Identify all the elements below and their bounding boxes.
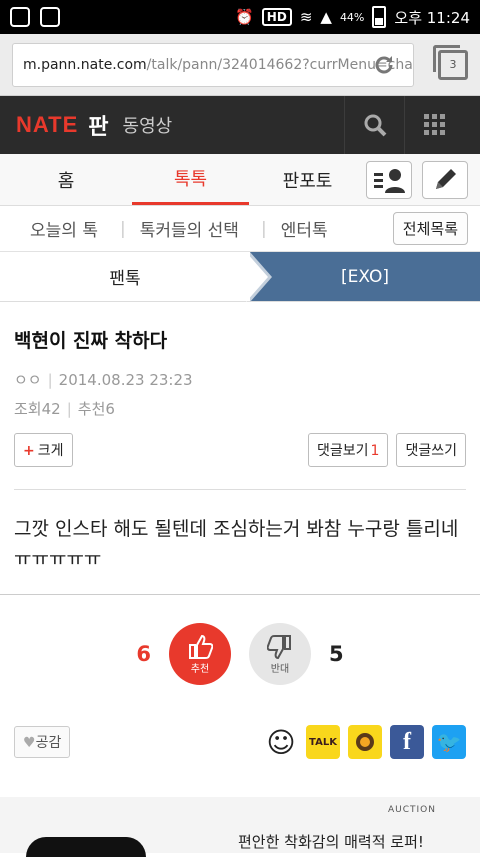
view-comments-button[interactable]: 댓글보기 1 (308, 433, 389, 467)
tab-home[interactable]: 홈 (0, 154, 132, 205)
twitter-share-icon[interactable]: 🐦 (432, 725, 466, 759)
upvote-button[interactable]: 추천 (169, 623, 231, 685)
plus-icon: + (23, 443, 35, 459)
search-icon (364, 114, 386, 137)
nate-logo[interactable]: NATE (16, 112, 78, 138)
divider: | (119, 218, 126, 239)
post-author: ㅇㅇ (14, 371, 42, 389)
comment-count: 1 (370, 443, 380, 459)
kakaostory-share-icon[interactable] (348, 725, 382, 759)
category-breadcrumb: 팬톡 [EXO] (0, 252, 480, 302)
thumbs-up-icon (189, 634, 213, 659)
tab-toktok[interactable]: 톡톡 (132, 154, 250, 205)
pencil-icon (436, 168, 456, 189)
signal-icon: ▲ (320, 8, 332, 26)
emoticon-share-icon[interactable]: ☺ (264, 725, 298, 759)
divider: | (260, 218, 267, 239)
shoe-image (26, 837, 146, 857)
write-button[interactable] (422, 160, 468, 199)
vote-section: 6 추천 반대 5 (0, 595, 480, 713)
upvote-label: 추천 (190, 663, 210, 675)
write-comment-button[interactable]: 댓글쓰기 (396, 433, 466, 467)
upvote-count: 6 (136, 642, 151, 666)
recommend-count: 6 (105, 400, 115, 418)
url-field[interactable]: m.pann.nate.com/talk/pann/324014662?curr… (12, 42, 414, 87)
grid-icon (423, 114, 445, 135)
enlarge-button[interactable]: + 크게 (14, 433, 73, 467)
menu-grid-button[interactable] (404, 96, 464, 154)
subtab-today[interactable]: 오늘의 톡 (30, 216, 120, 241)
ad-text: 편안한 착화감의 매력적 로퍼! (238, 833, 424, 851)
recommend-label: 추천 (77, 400, 106, 418)
category-exo[interactable]: [EXO] (250, 252, 480, 301)
post-body: 그깟 인스타 해도 될텐데 조심하는거 봐참 누구랑 틀리네 ㅠㅠㅠㅠㅠ (0, 490, 480, 595)
views-count: 42 (41, 400, 61, 418)
views-label: 조회 (14, 400, 42, 418)
hd-badge: HD (261, 8, 292, 26)
all-list-button[interactable]: 전체목록 (392, 212, 468, 245)
url-host: m.pann.nate.com (23, 56, 147, 73)
auction-logo: AUCTION (388, 805, 436, 815)
downvote-label: 반대 (270, 663, 290, 675)
sub-tabs: 오늘의 톡 | 톡커들의 선택 | 엔터톡 전체목록 (0, 206, 480, 252)
pan-logo[interactable]: 판 (88, 109, 108, 141)
reload-icon[interactable] (370, 51, 398, 79)
download-icon (40, 7, 60, 27)
subtab-talkers-choice[interactable]: 톡커들의 선택 (140, 216, 261, 241)
status-bar: ⏰ HD ≋ ▲ 44% 오후 11:24 (0, 0, 480, 34)
battery-text: 44% (339, 10, 365, 24)
browser-address-bar: m.pann.nate.com/talk/pann/324014662?curr… (0, 34, 480, 96)
my-page-button[interactable] (366, 160, 412, 199)
post-stats: 조회42 | 추천6 (14, 400, 115, 418)
kakaotalk-share-icon[interactable]: TALK (306, 725, 340, 759)
video-link[interactable]: 동영상 (123, 112, 173, 138)
alarm-icon: ⏰ (235, 8, 254, 26)
share-row: ♥공감 ☺ TALK f 🐦 (0, 713, 480, 771)
user-list-icon (374, 168, 405, 193)
clock: 오후 11:24 (394, 8, 470, 27)
empathy-button[interactable]: ♥공감 (14, 726, 71, 758)
battery-icon (372, 6, 387, 28)
main-tabs: 홈 톡톡 판포토 (0, 154, 480, 206)
app-notification-icon (10, 7, 30, 27)
ad-banner[interactable]: AUCTION 편안한 착화감의 매력적 로퍼! (0, 797, 480, 857)
breadcrumb-arrow (246, 252, 268, 302)
nate-header: NATE 판 동영상 (0, 96, 480, 154)
tab-switcher-button[interactable]: 3 (433, 44, 468, 80)
post-header: 백현이 진짜 착하다 ㅇㅇ | 2014.08.23 23:23 조회42 | 추천6 … (0, 302, 480, 490)
post-title: 백현이 진짜 착하다 (14, 330, 168, 352)
downvote-count: 5 (329, 642, 344, 666)
tab-count: 3 (449, 58, 457, 71)
downvote-button[interactable]: 반대 (249, 623, 311, 685)
tab-panphoto[interactable]: 판포토 (249, 154, 366, 205)
heart-icon: ♥ (23, 735, 36, 751)
wifi-icon: ≋ (299, 8, 313, 26)
category-fantalk[interactable]: 팬톡 (0, 252, 250, 301)
post-actions: + 크게 댓글보기 1 댓글쓰기 (14, 433, 466, 490)
search-button[interactable] (344, 96, 404, 154)
thumbs-down-icon (267, 634, 291, 659)
post-meta: ㅇㅇ | 2014.08.23 23:23 (14, 371, 193, 389)
subtab-entertalk[interactable]: 엔터톡 (281, 216, 350, 241)
facebook-share-icon[interactable]: f (390, 725, 424, 759)
post-date: 2014.08.23 23:23 (58, 371, 193, 389)
